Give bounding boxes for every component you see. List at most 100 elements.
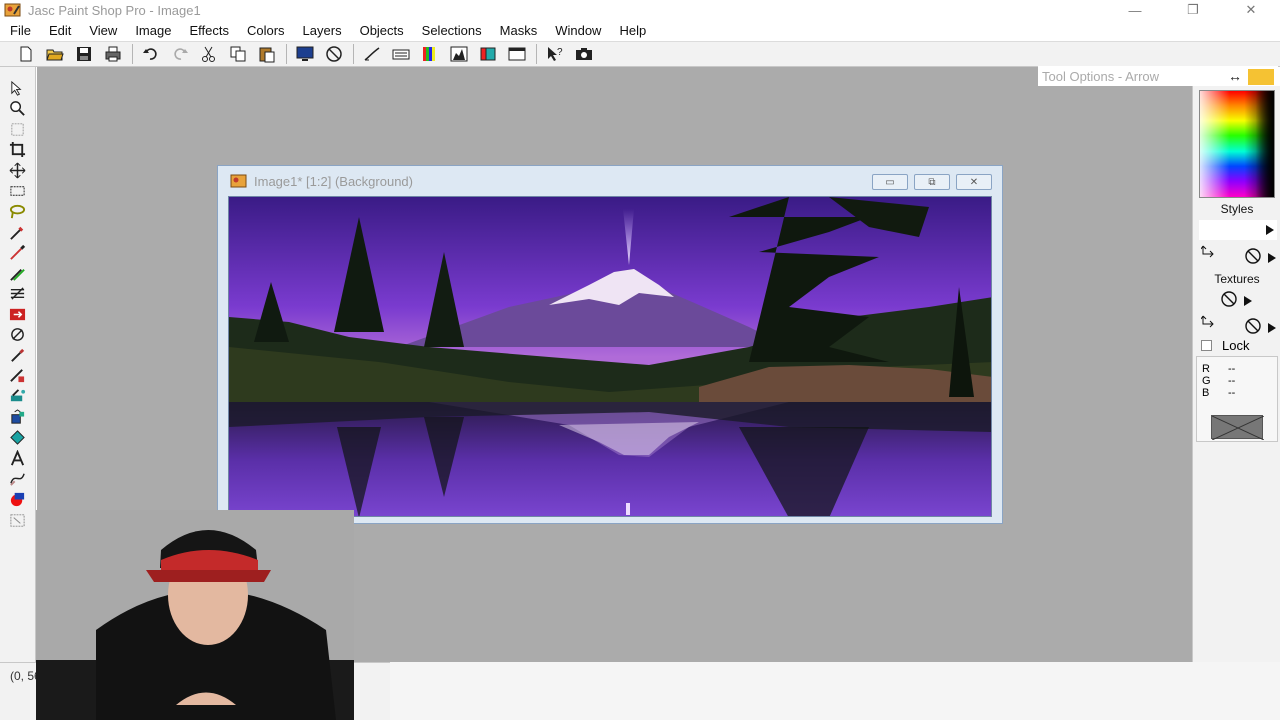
selection-tool-icon [9,185,25,196]
zoom-tool[interactable] [6,99,28,117]
retouch-tool[interactable] [6,305,28,323]
histogram-button[interactable] [447,43,471,65]
tool-options-palette[interactable]: Tool Options - Arrow ↔ [1038,66,1278,86]
freehand-tool[interactable] [6,202,28,220]
null-texture-icon[interactable] [1243,318,1263,334]
color-button[interactable] [418,43,442,65]
paste-icon [259,47,275,63]
menu-effects[interactable]: Effects [180,23,238,38]
open-button[interactable] [43,43,67,65]
save-icon [77,47,91,61]
expand-arrows-icon[interactable]: ↔ [1228,68,1242,84]
full-screen-button[interactable] [293,43,317,65]
scratch-remover-tool[interactable] [6,325,28,343]
text-tool[interactable] [6,449,28,467]
preset-shapes-tool[interactable] [6,490,28,508]
color-replacer-tool[interactable] [6,284,28,302]
airbrush-tool[interactable] [6,387,28,405]
tool-palette [0,67,36,662]
play-arrow-icon [1266,225,1274,235]
menu-colors[interactable]: Colors [238,23,294,38]
image-canvas[interactable] [228,196,992,517]
screen-capture-button[interactable] [572,43,596,65]
webcam-overlay [36,510,354,720]
undo-button[interactable] [139,43,163,65]
g-label: G [1202,375,1211,387]
lock-checkbox[interactable] [1201,340,1212,351]
color-readout: R -- G -- B -- [1196,356,1278,442]
menu-masks[interactable]: Masks [491,23,547,38]
main-toolbar: ? [0,41,1280,67]
menu-layers[interactable]: Layers [294,23,351,38]
overview-button[interactable] [505,43,529,65]
styles-swatch[interactable] [1199,220,1277,240]
swap-arrows-icon[interactable] [1201,314,1219,328]
styles-controls[interactable] [1199,244,1277,264]
retouch-tool-icon [9,308,25,320]
menu-objects[interactable]: Objects [351,23,413,38]
no-entry-button[interactable] [322,43,346,65]
toolbar-separator [286,44,287,64]
draw-tool[interactable] [6,469,28,487]
color-spectrum-picker[interactable] [1199,90,1275,198]
object-selector-tool-icon [9,513,25,527]
color-fill-tool[interactable] [6,428,28,446]
copy-button[interactable] [226,43,250,65]
doc-maximize-button[interactable]: ⧉ [914,174,950,190]
keyboard-button[interactable] [389,43,413,65]
brush-button[interactable] [360,43,384,65]
selection-tool[interactable] [6,181,28,199]
menu-selections[interactable]: Selections [413,23,491,38]
flood-fill-tool[interactable] [6,408,28,426]
document-title-bar[interactable]: Image1* [1:2] (Background) ▭ ⧉ ✕ [218,166,1002,196]
r-value: -- [1228,363,1236,375]
print-button[interactable] [101,43,125,65]
new-icon [20,46,32,62]
clone-tool[interactable] [6,264,28,282]
arrow-tool[interactable] [6,79,28,97]
redo-button[interactable] [168,43,192,65]
menu-view[interactable]: View [80,23,126,38]
swap-arrows-icon[interactable] [1201,244,1219,258]
open-icon [46,49,64,61]
textures-controls[interactable] [1199,314,1277,334]
eraser-tool[interactable] [6,346,28,364]
print-icon [105,46,121,62]
paste-button[interactable] [255,43,279,65]
deform-tool[interactable] [6,120,28,138]
dropper-tool[interactable] [6,223,28,241]
foreground-color-swatch[interactable] [1248,69,1274,85]
null-style-icon[interactable] [1243,248,1263,264]
menu-window[interactable]: Window [546,23,610,38]
picture-tube-tool[interactable] [6,366,28,384]
minimize-button[interactable]: — [1106,0,1164,20]
paintbrush-tool[interactable] [6,243,28,261]
deform-tool-icon [10,122,24,136]
doc-minimize-button[interactable]: ▭ [872,174,908,190]
null-texture-icon[interactable] [1219,291,1239,307]
menu-image[interactable]: Image [126,23,180,38]
layers-button[interactable] [476,43,500,65]
image-document-window[interactable]: Image1* [1:2] (Background) ▭ ⧉ ✕ [217,165,1003,524]
close-button[interactable]: ✕ [1222,0,1280,20]
monitor-icon [296,46,314,61]
doc-close-button[interactable]: ✕ [956,174,992,190]
draw-tool-icon [9,473,25,486]
cut-button[interactable] [197,43,221,65]
styles-label: Styles [1220,202,1254,216]
mover-tool[interactable] [6,161,28,179]
new-button[interactable] [14,43,38,65]
textures-swatch[interactable] [1199,290,1277,310]
menu-help[interactable]: Help [610,23,655,38]
save-button[interactable] [72,43,96,65]
context-help-button[interactable]: ? [543,43,567,65]
object-selector-tool[interactable] [6,511,28,529]
crop-tool[interactable] [6,140,28,158]
restore-button[interactable]: ❐ [1164,0,1222,20]
lock-row[interactable]: Lock [1201,338,1249,353]
brush-stroke-icon [364,47,380,61]
dropper-tool-icon [9,226,23,240]
menu-edit[interactable]: Edit [40,23,80,38]
menu-file[interactable]: File [0,23,40,38]
undo-icon [143,48,157,60]
